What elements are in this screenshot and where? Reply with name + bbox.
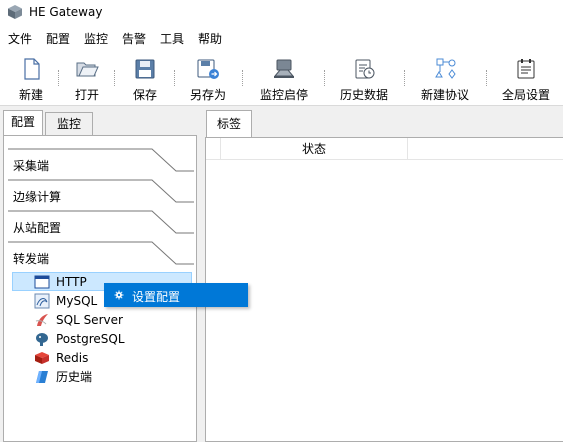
save-as-button[interactable]: 另存为 (183, 48, 233, 106)
toolbar-separator (174, 70, 176, 86)
history-data-icon (355, 59, 375, 79)
app-cube-icon (8, 5, 22, 19)
toolbar-separator (114, 70, 116, 86)
left-tab-bar: 配置 监控 (0, 110, 200, 136)
toolbar-separator (486, 70, 488, 86)
mysql-dolphin-icon (34, 293, 50, 308)
tree-item-redis[interactable]: Redis (34, 348, 88, 367)
tree-item-postgresql[interactable]: PostgreSQL (34, 329, 125, 348)
global-settings-icon (517, 59, 535, 79)
toolbar: 新建 打开 保存 另存为 监控启停 历史数据 新建协议 全局设置 (0, 48, 563, 106)
sqlserver-icon (35, 313, 48, 326)
toolbar-separator (242, 70, 244, 86)
monitor-toggle-button[interactable]: 监控启停 (254, 48, 314, 106)
context-menu-item-settings[interactable]: 设置配置 (132, 288, 180, 305)
context-menu: 设置配置 (104, 283, 248, 307)
toolbar-separator (324, 70, 326, 86)
window-title: HE Gateway (29, 5, 103, 19)
toolbar-separator (58, 70, 60, 86)
tab-tags[interactable]: 标签 (206, 110, 252, 138)
redis-cube-icon (35, 351, 49, 364)
column-header-blank (206, 138, 221, 160)
column-header-extra[interactable] (408, 138, 563, 160)
section-collector[interactable]: 采集端 (4, 148, 196, 179)
title-bar: HE Gateway (0, 0, 563, 26)
section-edge-compute[interactable]: 边缘计算 (4, 179, 196, 210)
tab-config[interactable]: 配置 (3, 110, 43, 136)
menu-help[interactable]: 帮助 (198, 30, 222, 47)
open-folder-icon (76, 62, 99, 77)
tree-item-mysql[interactable]: MySQL (34, 291, 97, 310)
section-forwarder[interactable]: 转发端 (4, 241, 196, 272)
new-protocol-button[interactable]: 新建协议 (416, 48, 474, 106)
http-window-icon (34, 275, 50, 288)
tree-item-history[interactable]: 历史端 (34, 367, 92, 386)
new-button[interactable]: 新建 (10, 48, 52, 106)
toolbar-separator (404, 70, 406, 86)
save-disk-icon (135, 59, 155, 79)
menu-bar: 文件 配置 监控 告警 工具 帮助 (0, 26, 563, 48)
save-button[interactable]: 保存 (124, 48, 166, 106)
monitor-toggle-icon (273, 59, 295, 78)
tree-item-sql-server[interactable]: SQL Server (34, 310, 123, 329)
tag-table: 状态 (205, 137, 563, 442)
save-as-icon (197, 59, 219, 79)
postgresql-elephant-icon (36, 332, 48, 346)
menu-file[interactable]: 文件 (8, 30, 32, 47)
global-settings-button[interactable]: 全局设置 (497, 48, 555, 106)
menu-tools[interactable]: 工具 (160, 30, 184, 47)
column-header-status[interactable]: 状态 (221, 138, 408, 160)
history-data-button[interactable]: 历史数据 (335, 48, 393, 106)
open-button[interactable]: 打开 (66, 48, 108, 106)
new-protocol-icon (435, 58, 456, 79)
section-slave-config[interactable]: 从站配置 (4, 210, 196, 241)
menu-alarm[interactable]: 告警 (122, 30, 146, 47)
menu-monitor[interactable]: 监控 (84, 30, 108, 47)
new-file-icon (24, 58, 40, 80)
tab-monitor[interactable]: 监控 (45, 112, 93, 136)
history-end-icon (36, 370, 48, 383)
menu-config[interactable]: 配置 (46, 30, 70, 47)
gear-icon (114, 290, 124, 300)
